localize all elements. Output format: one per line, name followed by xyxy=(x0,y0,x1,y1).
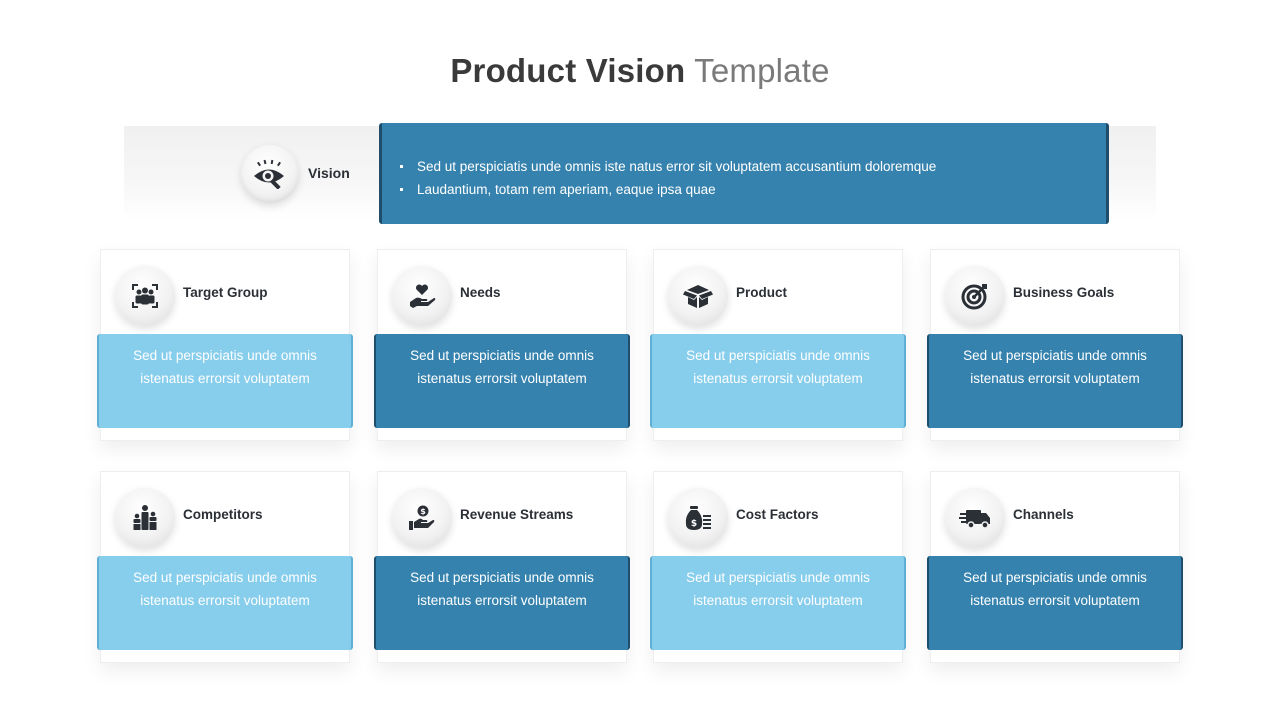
card-business-goals: Business Goals Sed ut perspiciatis unde … xyxy=(927,249,1183,441)
title-light: Template xyxy=(694,52,830,89)
card-label: Needs xyxy=(460,285,501,300)
card-label: Product xyxy=(736,285,788,300)
card-cost-factors: $ Cost Factors Sed ut perspiciatis unde … xyxy=(650,471,906,663)
eye-search-icon xyxy=(241,145,299,203)
page-title: Product Vision Template xyxy=(0,52,1280,90)
card-description: Sed ut perspiciatis unde omnis istenatus… xyxy=(374,556,630,650)
card-description: Sed ut perspiciatis unde omnis istenatus… xyxy=(374,334,630,428)
card-target-group: Target Group Sed ut perspiciatis unde om… xyxy=(97,249,353,441)
svg-text:$: $ xyxy=(691,519,697,529)
card-description: Sed ut perspiciatis unde omnis istenatus… xyxy=(97,334,353,428)
card-label: Channels xyxy=(1013,507,1074,522)
card-label: Revenue Streams xyxy=(460,507,574,522)
card-description: Sed ut perspiciatis unde omnis istenatus… xyxy=(927,334,1183,428)
card-description: Sed ut perspiciatis unde omnis istenatus… xyxy=(650,334,906,428)
delivery-truck-icon xyxy=(945,488,1005,548)
card-label: Business Goals xyxy=(1013,285,1115,300)
target-group-icon xyxy=(115,266,175,326)
card-description: Sed ut perspiciatis unde omnis istenatus… xyxy=(927,556,1183,650)
title-bold: Product Vision xyxy=(450,52,686,89)
card-needs: Needs Sed ut perspiciatis unde omnis ist… xyxy=(374,249,630,441)
coin-hand-icon: $ xyxy=(392,488,452,548)
card-competitors: Competitors Sed ut perspiciatis unde omn… xyxy=(97,471,353,663)
vision-bullets: Sed ut perspiciatis unde omnis iste natu… xyxy=(396,155,1106,201)
vision-statement-box: Sed ut perspiciatis unde omnis iste natu… xyxy=(379,123,1109,224)
card-revenue-streams: $ Revenue Streams Sed ut perspiciatis un… xyxy=(374,471,630,663)
heart-hand-icon xyxy=(392,266,452,326)
money-bag-icon: $ xyxy=(668,488,728,548)
podium-people-icon xyxy=(115,488,175,548)
card-description: Sed ut perspiciatis unde omnis istenatus… xyxy=(97,556,353,650)
target-arrow-icon xyxy=(945,266,1005,326)
vision-bullet: Sed ut perspiciatis unde omnis iste natu… xyxy=(396,155,1106,178)
card-description: Sed ut perspiciatis unde omnis istenatus… xyxy=(650,556,906,650)
box-icon xyxy=(668,266,728,326)
card-label: Target Group xyxy=(183,285,268,300)
card-product: Product Sed ut perspiciatis unde omnis i… xyxy=(650,249,906,441)
card-label: Cost Factors xyxy=(736,507,819,522)
vision-label: Vision xyxy=(308,165,350,181)
vision-bullet: Laudantium, totam rem aperiam, eaque ips… xyxy=(396,178,1106,201)
svg-text:$: $ xyxy=(420,507,426,516)
card-channels: Channels Sed ut perspiciatis unde omnis … xyxy=(927,471,1183,663)
card-label: Competitors xyxy=(183,507,263,522)
